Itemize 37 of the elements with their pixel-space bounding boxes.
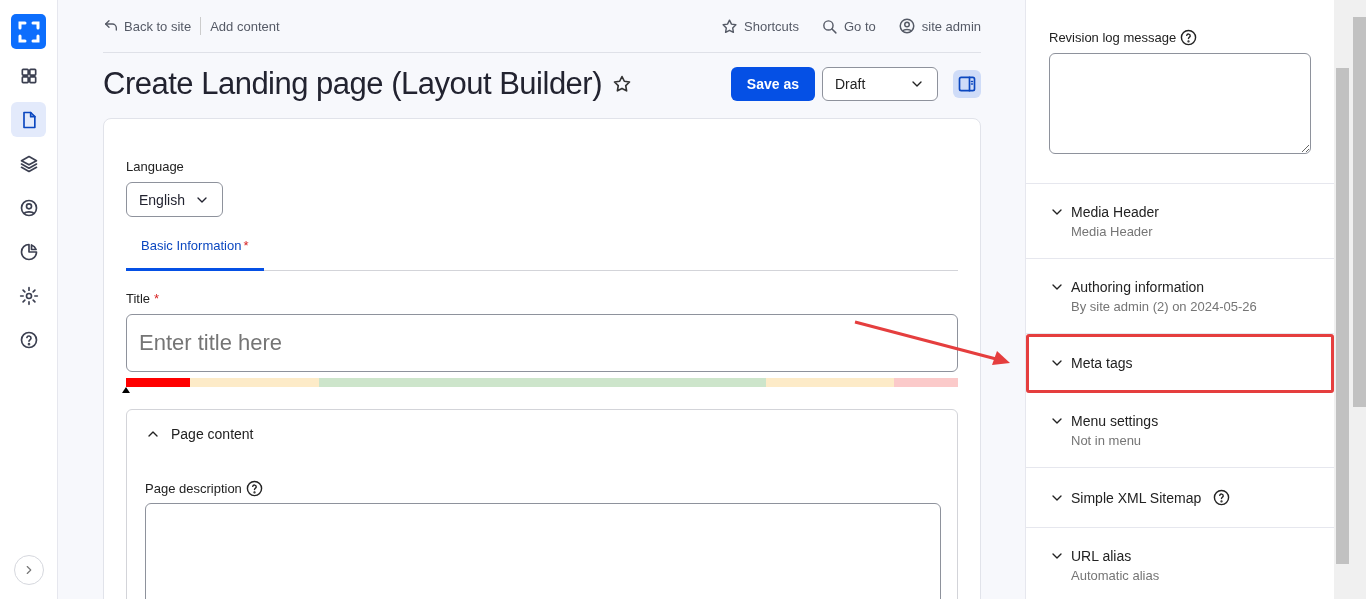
user-link[interactable]: site admin [897,17,981,35]
language-select[interactable]: English [126,182,223,217]
title-input[interactable]: Enter title here [126,314,958,372]
title-label: Title * [126,291,161,306]
panel-icon [957,74,977,94]
shortcuts-link[interactable]: Shortcuts [721,17,799,35]
page-description-label: Page description [145,480,939,497]
back-arrow-icon [103,18,119,34]
layers-icon [18,153,39,174]
add-content-link[interactable]: Add content [210,18,280,34]
revision-log-label: Revision log message [1049,29,1311,46]
scrollbar[interactable] [1334,0,1366,599]
user-circle-icon [897,17,916,35]
page-title: Create Landing page (Layout Builder) [103,66,602,102]
go-to-link[interactable]: Go to [820,17,876,35]
user-circle-icon [18,197,39,218]
help-icon [245,480,263,497]
page-description-field[interactable] [145,503,941,599]
help-icon [18,329,39,350]
star-icon [721,17,739,35]
search-icon [820,17,838,35]
help-icon [1180,29,1198,46]
page-content-toggle[interactable]: Page content [145,426,254,442]
star-icon [612,74,632,94]
save-button[interactable]: Save as [730,67,815,101]
logo-icon[interactable] [11,14,46,49]
sidebar-toggle-icon[interactable] [953,70,981,98]
pie-chart-icon [18,241,39,262]
status-select[interactable]: Draft [822,67,938,101]
help-icon [1213,489,1231,506]
revision-log-field[interactable] [1049,53,1311,154]
nav-item[interactable] [11,102,46,137]
language-label: Language [126,159,185,174]
tab[interactable]: Basic Information* [126,229,264,271]
back-link[interactable]: Back to site [103,18,192,34]
settings-icon [18,285,39,306]
sidebar-section[interactable]: Meta tags [1026,334,1334,393]
